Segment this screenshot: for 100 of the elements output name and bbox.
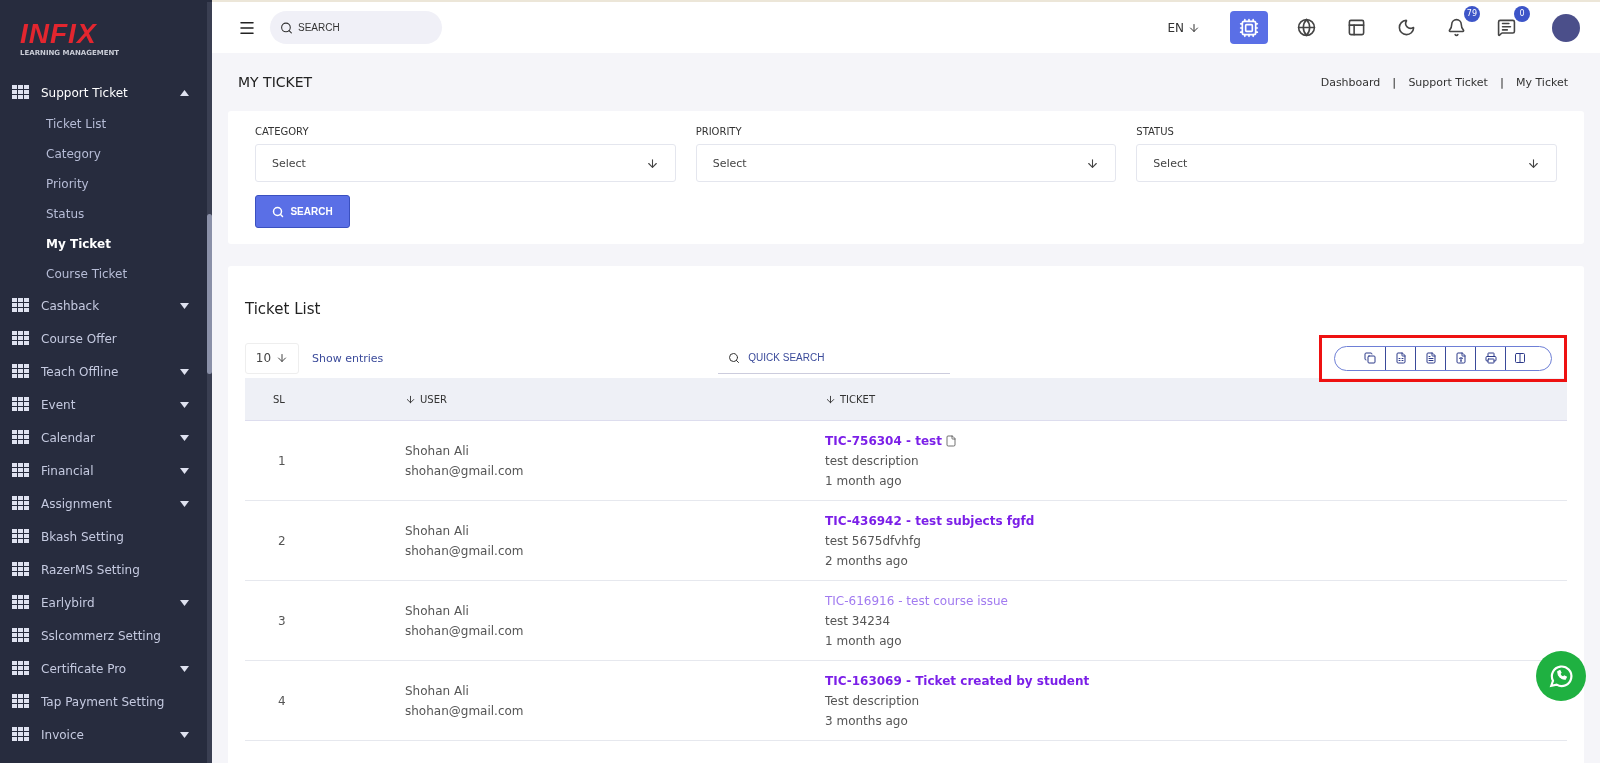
avatar[interactable]	[1552, 13, 1580, 42]
ticket-link[interactable]: TIC-163069 - Ticket created by student	[825, 673, 1090, 688]
select-field[interactable]: Select	[255, 144, 676, 182]
search-field[interactable]: SEARCH	[270, 11, 442, 44]
sidebar-item[interactable]: RazerMS Setting	[0, 553, 207, 586]
ticket-description: test description	[825, 453, 920, 468]
table-cell-text: 2	[277, 533, 287, 548]
submenu-item[interactable]: Course Ticket	[0, 259, 207, 289]
grid-icon	[12, 628, 29, 643]
grid-icon	[12, 727, 29, 742]
column-header[interactable]: USER	[405, 393, 825, 405]
sidebar-item[interactable]: Invoice	[0, 718, 207, 751]
user-name: Shohan Ali	[405, 683, 470, 698]
grid-icon	[12, 661, 29, 676]
grid-icon	[12, 85, 29, 100]
select-field[interactable]: Select	[1136, 144, 1557, 182]
select-field[interactable]: Select	[695, 144, 1117, 182]
search-button[interactable]: SEARCH	[255, 195, 350, 228]
search-icon	[728, 352, 741, 364]
ticket-time: 3 months ago	[825, 713, 909, 728]
notification-count: 79	[1463, 5, 1480, 22]
sort-arrow-icon	[825, 393, 836, 405]
breadcrumb-separator: |	[1391, 75, 1398, 89]
sort-arrow-icon	[405, 393, 416, 405]
breadcrumb-link[interactable]: Support Ticket	[1408, 75, 1488, 89]
arrow-down-icon	[645, 156, 659, 170]
message-count: 0	[1514, 5, 1530, 22]
submenu-item[interactable]: My Ticket	[0, 229, 207, 259]
sidebar-item[interactable]: Cashback	[0, 289, 207, 322]
grid-icon	[12, 298, 29, 313]
language-selector[interactable]: EN	[1167, 20, 1200, 35]
arrow-down-icon	[1086, 156, 1100, 170]
sidebar-item[interactable]: Support Ticket	[0, 76, 207, 109]
submenu-item[interactable]: Category	[0, 139, 207, 169]
user-name: Shohan Ali	[405, 523, 470, 538]
arrow-down-icon	[276, 352, 289, 364]
arrow-down-icon	[1188, 21, 1200, 34]
breadcrumb-separator: |	[1498, 75, 1505, 89]
table-cell-text: 3	[277, 613, 287, 628]
breadcrumb-link[interactable]: Dashboard	[1320, 75, 1381, 89]
submenu-item[interactable]: Priority	[0, 169, 207, 199]
table-cell-text: 1	[277, 453, 287, 468]
sidebar-item[interactable]: Bkash Setting	[0, 520, 207, 553]
user-email: shohan@gmail.com	[405, 543, 525, 558]
grid-icon	[12, 496, 29, 511]
section-title: Ticket List	[245, 300, 322, 318]
grid-icon	[12, 463, 29, 478]
user-email: shohan@gmail.com	[405, 623, 525, 638]
sidebar-item[interactable]: Sslcommerz Setting	[0, 619, 207, 652]
table-cell-text: 4	[277, 693, 287, 708]
ticket-time: 1 month ago	[825, 633, 903, 648]
user-name: Shohan Ali	[405, 443, 470, 458]
sidebar-item[interactable]: Assignment	[0, 487, 207, 520]
ticket-time: 1 month ago	[825, 473, 903, 488]
sidebar-item[interactable]: Earlybird	[0, 586, 207, 619]
user-email: shohan@gmail.com	[405, 703, 525, 718]
sidebar-item[interactable]: Certificate Pro	[0, 652, 207, 685]
user-name: Shohan Ali	[405, 603, 470, 618]
page-title: MY TICKET	[238, 74, 313, 90]
page-size-select[interactable]: 10	[245, 342, 299, 374]
scrollbar[interactable]	[207, 2, 212, 763]
search-icon	[280, 21, 293, 34]
ticket-link[interactable]: TIC-436942 - test subjects fgfd	[825, 513, 1035, 528]
sidebar-item[interactable]: Course Offer	[0, 322, 207, 355]
grid-icon	[12, 430, 29, 445]
sidebar-item[interactable]: Calendar	[0, 421, 207, 454]
column-header[interactable]: TICKET	[825, 393, 1567, 405]
arrow-down-icon	[1527, 156, 1540, 170]
ticket-time: 2 months ago	[825, 553, 909, 568]
submenu-item[interactable]: Status	[0, 199, 207, 229]
submenu-item[interactable]: Ticket List	[0, 109, 207, 139]
column-label: TICKET	[840, 393, 876, 405]
sidebar-item[interactable]: Tap Payment Setting	[0, 685, 207, 718]
sidebar-item[interactable]: Financial	[0, 454, 207, 487]
ticket-description: Test description	[825, 693, 921, 708]
grid-icon	[12, 562, 29, 577]
grid-icon	[12, 694, 29, 709]
field-label: CATEGORY	[255, 126, 310, 137]
ticket-description: test 5675dfvhfg	[825, 533, 922, 548]
column-label: USER	[420, 393, 447, 405]
whatsapp-icon	[1548, 663, 1574, 689]
ticket-link[interactable]: TIC-756304 - test	[825, 433, 957, 448]
sidebar-item[interactable]: Event	[0, 388, 207, 421]
breadcrumb-link[interactable]: My Ticket	[1515, 75, 1568, 89]
search-icon	[272, 205, 285, 218]
show-entries-label: Show entries	[312, 351, 384, 365]
field-label: STATUS	[1136, 126, 1175, 137]
sidebar-item[interactable]: Teach Offline	[0, 355, 207, 388]
grid-icon	[12, 331, 29, 346]
field-label: PRIORITY	[695, 126, 743, 137]
grid-icon	[12, 595, 29, 610]
column-header[interactable]: SL	[245, 393, 405, 405]
user-email: shohan@gmail.com	[405, 463, 525, 478]
ai-chip-button[interactable]	[1230, 11, 1268, 44]
grid-icon	[12, 397, 29, 412]
logo: INFIX	[20, 20, 98, 48]
ticket-description: test 34234	[825, 613, 892, 628]
grid-icon	[12, 364, 29, 379]
grid-icon	[12, 529, 29, 544]
chip-icon	[1239, 17, 1259, 38]
